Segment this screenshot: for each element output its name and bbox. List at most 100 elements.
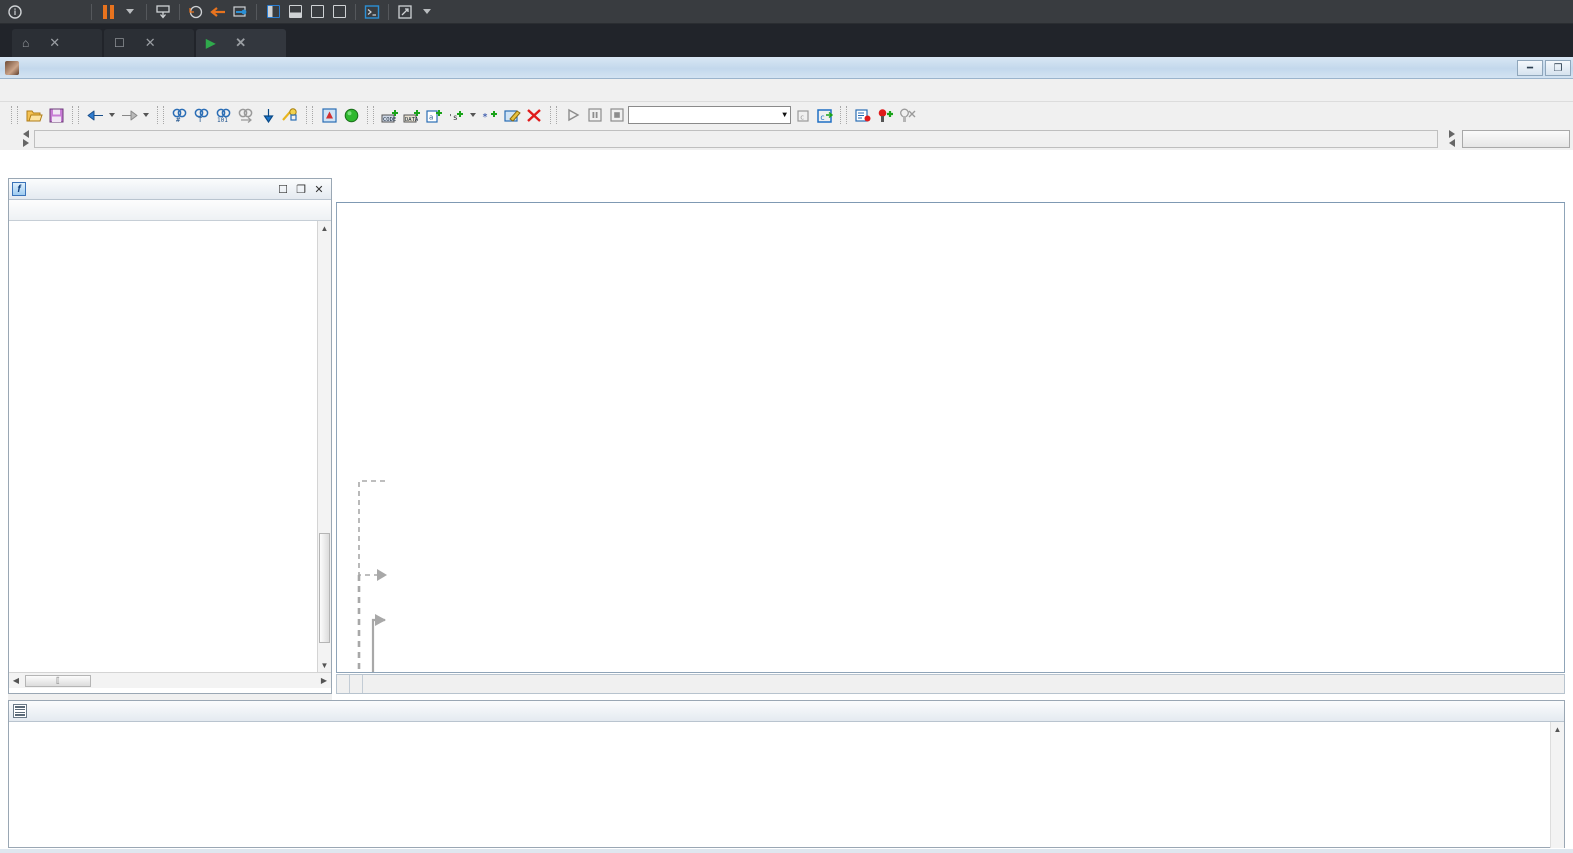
navigate-forward-icon[interactable] <box>118 105 140 125</box>
search-binary-icon[interactable]: 101 <box>213 105 235 125</box>
scrollbar-thumb[interactable]: ⟦ <box>25 674 91 687</box>
make-code-icon[interactable]: CODE <box>379 105 401 125</box>
make-ascii-icon[interactable]: a <box>423 105 445 125</box>
breakpoint-list-icon[interactable] <box>852 105 874 125</box>
restore-button[interactable]: ❐ <box>1545 60 1571 76</box>
back-history-caret[interactable] <box>109 113 115 117</box>
expand-icon[interactable] <box>394 2 416 22</box>
console-icon[interactable] <box>361 2 383 22</box>
pause-icon[interactable] <box>584 105 606 125</box>
chevron-down-icon[interactable] <box>119 2 141 22</box>
sidebar-panel-icon[interactable] <box>262 2 284 22</box>
close-icon[interactable]: ✕ <box>49 35 60 51</box>
close-icon[interactable]: ✕ <box>235 35 246 51</box>
menu-debugger[interactable] <box>120 88 142 92</box>
vm-tab-win7[interactable]: ▶ ✕ <box>196 29 286 57</box>
toolbar-grip[interactable] <box>840 106 847 124</box>
search-next-icon[interactable] <box>235 105 257 125</box>
toolbar-grip[interactable] <box>72 106 79 124</box>
navigate-back-icon[interactable] <box>84 105 106 125</box>
run-icon[interactable] <box>562 105 584 125</box>
minimize-button[interactable]: ━ <box>1517 60 1543 76</box>
scroll-up-icon[interactable]: ▲ <box>1551 722 1564 736</box>
help-menu-label[interactable] <box>26 2 86 22</box>
search-hash-icon[interactable]: # <box>169 105 191 125</box>
make-data-icon[interactable]: DATA <box>401 105 423 125</box>
toolbar-grip[interactable] <box>157 106 164 124</box>
xref-arrow-graphics <box>357 480 387 672</box>
nav-scroll-left[interactable] <box>20 129 32 149</box>
undefine-icon[interactable] <box>523 105 545 125</box>
menu-search[interactable] <box>76 88 98 92</box>
menu-view[interactable] <box>98 88 120 92</box>
chevron-down-icon[interactable]: ▼ <box>782 111 787 120</box>
make-struct-icon[interactable]: 's <box>445 105 467 125</box>
menu-edit[interactable] <box>32 88 54 92</box>
menu-jump[interactable] <box>54 88 76 92</box>
unity-mode-icon[interactable] <box>306 2 328 22</box>
stop-icon[interactable] <box>606 105 628 125</box>
view-tab-bar <box>336 178 1565 203</box>
restore-icon[interactable]: ❐ <box>292 182 310 197</box>
toolbar-grip[interactable] <box>11 106 18 124</box>
jump-down-icon[interactable] <box>257 105 279 125</box>
functions-column-header[interactable] <box>9 200 331 221</box>
fullscreen-window-icon[interactable] <box>328 2 350 22</box>
svg-text:#: # <box>176 116 181 123</box>
toolbar-grip[interactable] <box>550 106 557 124</box>
chevron-down-icon-2[interactable] <box>416 2 438 22</box>
scroll-down-icon[interactable]: ▼ <box>318 658 331 672</box>
toolbar-grip[interactable] <box>367 106 374 124</box>
ida-view-a-body[interactable] <box>336 203 1565 673</box>
revert-snapshot-icon[interactable] <box>185 2 207 22</box>
scrollbar-thumb[interactable] <box>319 533 330 643</box>
hscroll-track[interactable]: ⟦ <box>23 674 317 687</box>
close-icon[interactable]: ✕ <box>310 182 328 197</box>
snapshot-icon[interactable] <box>152 2 174 22</box>
menu-file[interactable] <box>10 88 32 92</box>
disassembly-text[interactable] <box>413 203 1564 672</box>
struct-caret[interactable] <box>470 113 476 117</box>
debugger-selector[interactable]: ▼ <box>628 106 791 124</box>
info-icon[interactable] <box>4 2 26 22</box>
output-log[interactable] <box>9 722 1564 818</box>
menu-options[interactable] <box>164 88 186 92</box>
step-into-icon[interactable]: c <box>791 105 813 125</box>
output-vertical-scrollbar[interactable]: ▲ <box>1550 722 1564 848</box>
scroll-right-icon[interactable]: ▶ <box>317 676 331 685</box>
functions-vertical-scrollbar[interactable]: ▲ ▼ <box>317 221 331 672</box>
edit-function-icon[interactable] <box>501 105 523 125</box>
green-circle-icon[interactable] <box>340 105 362 125</box>
forward-history-caret[interactable] <box>143 113 149 117</box>
functions-list[interactable]: ▲ ▼ <box>9 221 331 672</box>
problems-icon[interactable] <box>318 105 340 125</box>
close-icon[interactable]: ✕ <box>145 35 156 51</box>
back-arrow-icon[interactable] <box>207 2 229 22</box>
scroll-left-icon[interactable]: ◀ <box>9 676 23 685</box>
delete-breakpoint-icon[interactable] <box>896 105 918 125</box>
settings-wrench-icon[interactable] <box>229 2 251 22</box>
save-icon[interactable] <box>45 105 67 125</box>
lumina-key-icon[interactable] <box>279 105 301 125</box>
functions-horizontal-scrollbar[interactable]: ◀ ⟦ ▶ <box>9 672 331 688</box>
add-breakpoint-icon[interactable] <box>874 105 896 125</box>
make-array-icon[interactable]: * <box>479 105 501 125</box>
vm-tab-home[interactable]: ⌂ ✕ <box>12 29 102 57</box>
vm-icon: ☐ <box>114 36 125 50</box>
navigation-band[interactable] <box>34 130 1438 148</box>
scroll-up-icon[interactable]: ▲ <box>318 221 331 235</box>
search-text-icon[interactable]: T <box>191 105 213 125</box>
nav-zoom-box[interactable] <box>1462 130 1570 148</box>
nav-scroll-right[interactable] <box>1446 129 1458 149</box>
bottom-panel-icon[interactable] <box>284 2 306 22</box>
menu-windows[interactable] <box>186 88 208 92</box>
step-over-icon[interactable]: c <box>813 105 835 125</box>
menu-lumina[interactable] <box>142 88 164 92</box>
open-folder-icon[interactable] <box>23 105 45 125</box>
maximize-icon[interactable]: ☐ <box>274 182 292 197</box>
menu-help[interactable] <box>208 88 230 92</box>
pause-icon[interactable] <box>97 2 119 22</box>
function-icon: f <box>12 182 26 196</box>
vm-tab-win10[interactable]: ☐ ✕ <box>104 29 194 57</box>
toolbar-grip[interactable] <box>306 106 313 124</box>
